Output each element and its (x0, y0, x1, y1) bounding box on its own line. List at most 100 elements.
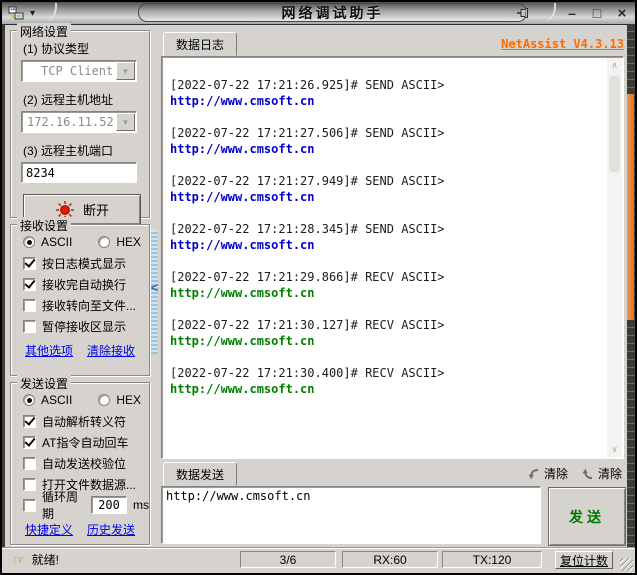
quick-define-link[interactable]: 快捷定义 (25, 521, 73, 538)
log-entry-time: [2022-07-22 17:21:27.506]# SEND ASCII> (170, 126, 445, 140)
status-tx-panel: TX:120 (442, 551, 542, 568)
send-button[interactable]: 发送 (548, 487, 626, 546)
log-entry-time: [2022-07-22 17:21:27.949]# SEND ASCII> (170, 174, 445, 188)
cycle-label: 循环周期 (42, 490, 79, 521)
send-hex-label: HEX (116, 393, 142, 407)
send-settings-title: 发送设置 (17, 375, 72, 392)
escape-parse-checkbox[interactable] (23, 414, 36, 428)
arrow-curve-up-icon (582, 468, 593, 479)
send-input-area (161, 486, 541, 544)
remote-host-value: 172.16.11.52 (27, 115, 114, 129)
protocol-type-label: (1) 协议类型 (23, 42, 90, 56)
collapse-sidebar-icon[interactable]: < (148, 274, 161, 300)
log-entry-content: http://www.cmsoft.cn (170, 190, 315, 204)
data-log-area[interactable]: [2022-07-22 17:21:26.925]# SEND ASCII> h… (161, 56, 624, 459)
chevron-down-icon: ▼ (116, 62, 135, 80)
scroll-up-icon[interactable]: ∧ (607, 58, 622, 73)
log-entry-time: [2022-07-22 17:21:29.866]# RECV ASCII> (170, 270, 445, 284)
cycle-checkbox[interactable] (23, 498, 36, 512)
send-data-input[interactable] (162, 487, 540, 543)
log-entry: [2022-07-22 17:21:30.400]# RECV ASCII> h… (170, 365, 601, 397)
send-tab-bar: 数据发送 清除 清除 (161, 462, 624, 486)
clear-send-area-button[interactable]: 清除 (526, 465, 568, 482)
remote-port-input[interactable]: 8234 (21, 162, 137, 183)
recv-hex-radio[interactable] (98, 236, 111, 248)
network-settings-title: 网络设置 (17, 23, 72, 40)
frame-scroll-thumb (627, 94, 634, 320)
checksum-checkbox[interactable] (23, 456, 36, 470)
close-icon[interactable]: × (613, 5, 631, 22)
log-entry-content: http://www.cmsoft.cn (170, 334, 315, 348)
log-scrollbar[interactable]: ∧ ∨ (607, 58, 622, 457)
file-source-checkbox[interactable] (23, 477, 36, 491)
log-entry: [2022-07-22 17:21:28.345]# SEND ASCII> h… (170, 221, 601, 253)
status-bar: ☞ 就绪! 3/6 RX:60 TX:120 复位计数 (2, 547, 635, 573)
reset-count-button[interactable]: 复位计数 (555, 551, 613, 569)
at-cr-checkbox[interactable] (23, 435, 36, 449)
clear-recv-area-button[interactable]: 清除 (580, 465, 622, 482)
send-settings-group: 发送设置 ASCII HEX 自动解析转义符 AT指令自动回车 自动发送校验位 … (10, 375, 150, 545)
log-entry: [2022-07-22 17:21:30.127]# RECV ASCII> h… (170, 317, 601, 349)
clear-send-label: 清除 (543, 467, 568, 481)
auto-newline-label: 接收完自动换行 (42, 277, 127, 292)
version-link[interactable]: NetAssist V4.3.13 (501, 37, 624, 51)
title-bar: ▾ 网络调试助手 – □ × (2, 2, 635, 25)
log-entry-time: [2022-07-22 17:21:28.345]# SEND ASCII> (170, 222, 445, 236)
pause-display-label: 暂停接收区显示 (42, 319, 127, 334)
recv-to-file-checkbox[interactable] (23, 298, 36, 312)
window-title: 网络调试助手 (281, 4, 384, 21)
hand-pointer-icon: ☞ (13, 551, 26, 568)
clear-receive-link[interactable]: 清除接收 (87, 342, 135, 359)
escape-parse-label: 自动解析转义符 (42, 414, 127, 429)
pin-icon[interactable] (515, 5, 533, 22)
window-left-border (2, 24, 5, 548)
network-settings-group: 网络设置 (1) 协议类型 TCP Client ▼ (2) 远程主机地址 17… (10, 23, 150, 225)
log-entry-content: http://www.cmsoft.cn (170, 94, 315, 108)
log-entry: [2022-07-22 17:21:26.925]# SEND ASCII> h… (170, 77, 601, 109)
remote-port-label: (3) 远程主机端口 (23, 144, 114, 158)
clear-recv-label: 清除 (597, 467, 622, 481)
remote-host-label: (2) 远程主机地址 (23, 93, 114, 107)
history-send-link[interactable]: 历史发送 (87, 521, 135, 538)
arrow-curve-down-icon (528, 468, 539, 479)
receive-settings-group: 接收设置 ASCII HEX 按日志模式显示 接收完自动换行 接收转向至文件..… (10, 217, 150, 376)
disconnect-button-label: 断开 (82, 203, 109, 218)
log-entry-time: [2022-07-22 17:21:30.127]# RECV ASCII> (170, 318, 445, 332)
tab-data-send[interactable]: 数据发送 (163, 462, 238, 486)
app-icon[interactable] (8, 5, 24, 21)
cycle-unit-label: ms (133, 498, 149, 512)
receive-settings-title: 接收设置 (17, 217, 72, 234)
log-entry-content: http://www.cmsoft.cn (170, 286, 315, 300)
system-menu-arrow-icon[interactable]: ▾ (30, 8, 35, 19)
at-cr-label: AT指令自动回车 (42, 435, 129, 450)
recv-ascii-radio[interactable] (23, 236, 35, 248)
send-ascii-label: ASCII (41, 393, 73, 407)
protocol-type-combo[interactable]: TCP Client ▼ (21, 60, 137, 82)
checksum-label: 自动发送校验位 (42, 456, 127, 471)
log-mode-checkbox[interactable] (23, 256, 36, 270)
log-entry-content: http://www.cmsoft.cn (170, 142, 315, 156)
remote-host-combo[interactable]: 172.16.11.52 ▼ (21, 111, 137, 133)
log-entry: [2022-07-22 17:21:27.506]# SEND ASCII> h… (170, 125, 601, 157)
netassist-window: ▾ 网络调试助手 – □ × 网络设置 (1) 协议类型 TCP Client … (0, 0, 637, 575)
window-right-border (627, 24, 635, 548)
status-rx-panel: RX:60 (342, 551, 438, 568)
recv-hex-label: HEX (116, 235, 142, 249)
maximize-icon[interactable]: □ (588, 5, 606, 22)
send-hex-radio[interactable] (98, 394, 111, 406)
titlebar-curve-right (540, 3, 556, 23)
scrollbar-thumb[interactable] (609, 76, 620, 172)
auto-newline-checkbox[interactable] (23, 277, 36, 291)
recv-ascii-label: ASCII (41, 235, 73, 249)
pause-display-checkbox[interactable] (23, 319, 36, 333)
minimize-icon[interactable]: – (563, 5, 581, 22)
resize-grip[interactable] (620, 558, 633, 571)
tab-data-log[interactable]: 数据日志 (163, 32, 238, 56)
other-options-link[interactable]: 其他选项 (25, 342, 73, 359)
log-entry-content: http://www.cmsoft.cn (170, 382, 315, 396)
log-tab-bar: 数据日志 NetAssist V4.3.13 (161, 32, 624, 56)
scroll-down-icon[interactable]: ∨ (607, 442, 622, 457)
cycle-period-input[interactable]: 200 (90, 496, 127, 514)
chevron-down-icon: ▼ (116, 113, 135, 131)
send-ascii-radio[interactable] (23, 394, 35, 406)
